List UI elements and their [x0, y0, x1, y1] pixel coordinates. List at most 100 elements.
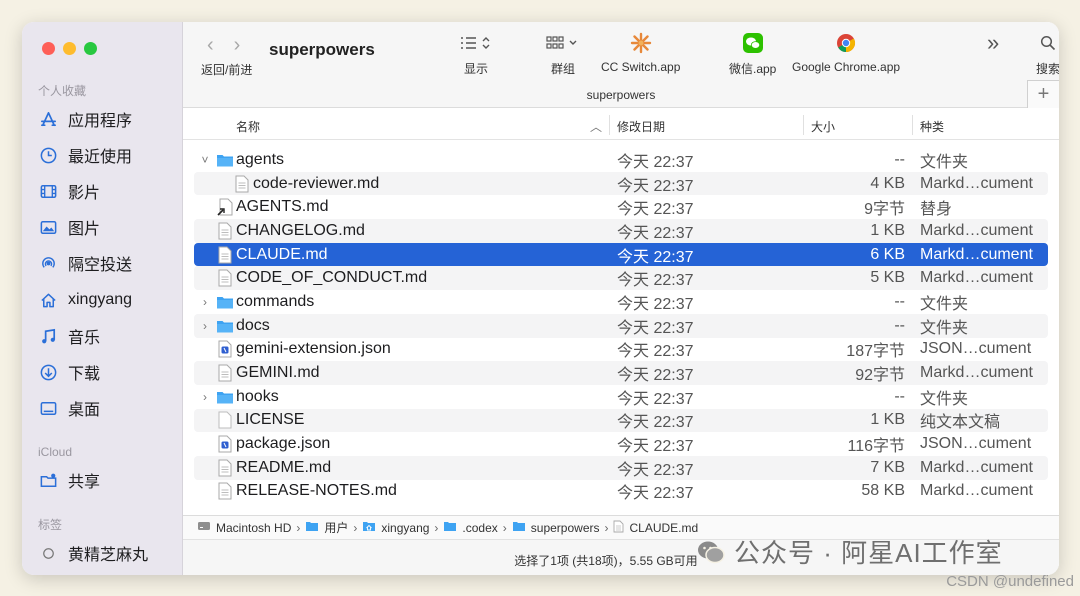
sidebar-item-home[interactable]: xingyang	[38, 286, 178, 314]
wechat-watermark-icon	[698, 541, 725, 563]
double-chevron-icon: »	[987, 30, 1000, 55]
file-row[interactable]: CODE_OF_CONDUCT.md 今天 22:37 5 KB Markd…cume…	[194, 266, 1048, 291]
column-name[interactable]: 名称	[236, 118, 260, 135]
file-modified-date: 今天 22:37	[617, 438, 694, 456]
file-row[interactable]: › docs 今天 22:37 -- 文件夹	[194, 313, 1048, 338]
folder-icon	[443, 520, 457, 535]
file-row[interactable]: › hooks 今天 22:37 -- 文件夹	[194, 385, 1048, 409]
group-button[interactable]: 群组	[545, 30, 581, 77]
file-row[interactable]: CLAUDE.md 今天 22:37 6 KB Markd…cument	[194, 242, 1048, 267]
document-icon	[216, 246, 234, 264]
file-size: --	[894, 292, 905, 310]
more-toolbar-button[interactable]: »	[987, 30, 999, 56]
breadcrumb-label: xingyang	[381, 520, 430, 535]
column-header: 名称 ︿ 修改日期 大小 种类	[183, 110, 1059, 140]
file-row[interactable]: › commands 今天 22:37 -- 文件夹	[194, 290, 1048, 314]
folder-icon	[305, 520, 319, 535]
sidebar-item-desktop[interactable]: 桌面	[38, 394, 178, 422]
breadcrumb-item[interactable]: .codex	[443, 520, 498, 535]
file-size: 1 KB	[870, 221, 905, 239]
file-name: docs	[236, 316, 270, 334]
file-name: README.md	[236, 458, 332, 476]
download-icon	[38, 362, 58, 382]
list-view-icon	[459, 30, 493, 56]
wechat-app-button[interactable]: 微信.app	[729, 30, 776, 77]
document-icon	[216, 364, 234, 382]
json-file-icon	[216, 435, 234, 453]
disclosure-chevron-icon[interactable]: ›	[199, 295, 211, 309]
file-modified-date: 今天 22:37	[617, 414, 694, 432]
cc-switch-app-button[interactable]: CC Switch.app	[601, 30, 680, 74]
sidebar-item-airdrop[interactable]: 隔空投送	[38, 249, 178, 277]
file-row[interactable]: GEMINI.md 今天 22:37 92字节 Markd…cument	[194, 361, 1048, 385]
sidebar-item-label: 图片	[68, 221, 101, 238]
column-kind[interactable]: 种类	[920, 118, 944, 135]
file-size: 116字节	[847, 438, 905, 456]
sidebar-item-label: 影片	[68, 185, 101, 202]
sidebar-item-label: 应用程序	[68, 113, 133, 130]
file-kind: Markd…cument	[920, 221, 1033, 239]
file-row[interactable]: CHANGELOG.md 今天 22:37 1 KB Markd…cument	[194, 219, 1048, 243]
sidebar-item-movies[interactable]: 影片	[38, 177, 178, 205]
forward-chevron-icon[interactable]: ›	[234, 34, 241, 57]
new-tab-button[interactable]: +	[1027, 80, 1059, 108]
breadcrumb-item[interactable]: superpowers	[512, 520, 600, 535]
wechat-icon	[742, 30, 764, 56]
sidebar-item-recents[interactable]: 最近使用	[38, 141, 178, 169]
sidebar-item-label: 隔空投送	[68, 257, 133, 274]
sidebar-item-applications[interactable]: 应用程序	[38, 105, 178, 133]
file-row[interactable]: RELEASE-NOTES.md 今天 22:37 58 KB Markd…cumen…	[194, 480, 1048, 504]
column-size[interactable]: 大小	[811, 118, 835, 135]
document-icon	[233, 175, 251, 193]
chrome-app-button[interactable]: Google Chrome.app	[792, 30, 900, 74]
document-icon	[216, 482, 234, 500]
file-modified-date: 今天 22:37	[617, 248, 694, 266]
grid-group-icon	[545, 30, 581, 56]
sidebar-item-music[interactable]: 音乐	[38, 322, 178, 350]
column-modified[interactable]: 修改日期	[617, 118, 665, 135]
file-row[interactable]: code-reviewer.md 今天 22:37 4 KB Markd…cument	[194, 171, 1048, 196]
file-modified-date: 今天 22:37	[617, 153, 694, 171]
disclosure-chevron-icon[interactable]: ›	[199, 390, 211, 404]
file-row[interactable]: ˅ agents 今天 22:37 -- 文件夹	[194, 148, 1048, 172]
back-chevron-icon[interactable]: ‹	[207, 34, 214, 57]
music-icon	[38, 326, 58, 346]
favorites-section-label: 个人收藏	[38, 84, 87, 98]
file-modified-date: 今天 22:37	[617, 319, 694, 337]
file-row[interactable]: package.json 今天 22:37 116字节 JSON…cument	[194, 432, 1048, 456]
disclosure-chevron-icon[interactable]: ›	[199, 319, 211, 333]
file-kind: 文件夹	[920, 295, 969, 313]
minimize-window-button[interactable]	[63, 42, 76, 55]
applications-icon	[38, 109, 58, 129]
file-modified-date: 今天 22:37	[617, 272, 694, 290]
file-modified-date: 今天 22:37	[617, 367, 694, 385]
breadcrumb-label: .codex	[462, 520, 498, 535]
disclosure-chevron-icon[interactable]: ˅	[199, 153, 211, 167]
file-size: 4 KB	[870, 174, 905, 192]
csdn-watermark: CSDN @undefined	[946, 573, 1074, 590]
file-row[interactable]: gemini-extension.json 今天 22:37 187字节 JSON…c…	[194, 338, 1048, 362]
close-window-button[interactable]	[42, 42, 55, 55]
zoom-window-button[interactable]	[84, 42, 97, 55]
sidebar-item-label: 桌面	[68, 402, 101, 419]
file-row[interactable]: AGENTS.md 今天 22:37 9字节 替身	[194, 195, 1048, 219]
tag-circle-icon	[38, 543, 58, 563]
breadcrumb-item[interactable]: Macintosh HD	[197, 520, 291, 535]
file-kind: Markd…cument	[920, 458, 1033, 476]
breadcrumb-item[interactable]: CLAUDE.md	[613, 520, 698, 536]
breadcrumb-label: superpowers	[530, 520, 600, 535]
file-size: --	[894, 150, 905, 168]
file-row[interactable]: README.md 今天 22:37 7 KB Markd…cument	[194, 455, 1048, 480]
search-button[interactable]: 搜索	[1036, 30, 1059, 77]
view-button[interactable]: 显示	[459, 30, 493, 77]
sidebar-item-shared[interactable]: 共享	[38, 466, 178, 494]
breadcrumb-item[interactable]: xingyang	[362, 520, 429, 535]
sidebar-item-downloads[interactable]: 下载	[38, 358, 178, 386]
sidebar-item-label: 黄精芝麻丸	[68, 547, 149, 564]
sidebar-item-tag[interactable]: 黄精芝麻丸	[38, 539, 178, 567]
breadcrumb-item[interactable]: 用户	[305, 519, 348, 536]
file-name: GEMINI.md	[236, 364, 320, 382]
file-size: --	[894, 316, 905, 334]
file-row[interactable]: LICENSE 今天 22:37 1 KB 纯文本文稿	[194, 408, 1048, 433]
sidebar-item-pictures[interactable]: 图片	[38, 213, 178, 241]
